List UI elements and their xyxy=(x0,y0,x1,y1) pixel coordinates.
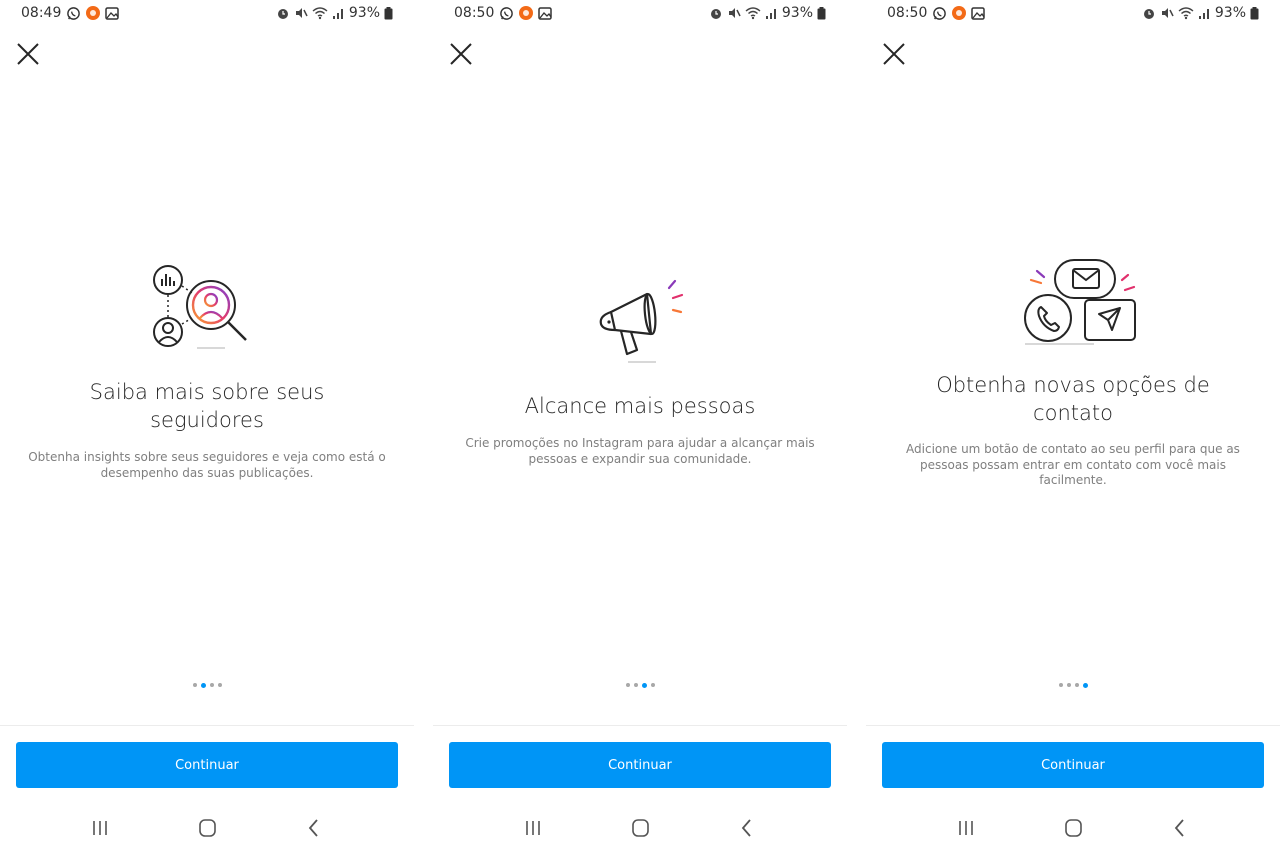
page-dot-active xyxy=(641,682,647,688)
alarm-icon xyxy=(1143,9,1154,19)
alarm-icon xyxy=(710,9,721,19)
page-dot xyxy=(625,683,630,687)
whatsapp-icon xyxy=(500,6,514,20)
whatsapp-icon xyxy=(933,6,947,20)
page-indicator xyxy=(0,682,414,688)
system-navigation-bar xyxy=(433,812,847,844)
clock: 08:50 xyxy=(454,5,495,21)
alarm-icon xyxy=(277,9,288,19)
clock: 08:50 xyxy=(887,5,928,21)
battery-percent: 93% xyxy=(1214,5,1246,21)
onboarding-description: Crie promoções no Instagram para ajudar … xyxy=(465,436,815,466)
divider xyxy=(0,725,414,726)
page-dot xyxy=(1074,683,1079,687)
mute-icon xyxy=(1161,8,1174,18)
continue-button[interactable]: Continuar xyxy=(882,742,1264,788)
mute-icon xyxy=(728,8,741,18)
divider xyxy=(866,725,1280,726)
divider xyxy=(433,725,847,726)
onboarding-description: Obtenha insights sobre seus seguidores e… xyxy=(28,450,386,480)
signal-icon xyxy=(332,8,343,19)
back-icon[interactable] xyxy=(1167,816,1193,840)
recent-apps-icon[interactable] xyxy=(87,816,113,840)
system-navigation-bar xyxy=(0,812,414,844)
wifi-icon xyxy=(1178,7,1194,20)
followers-insights-illustration xyxy=(0,258,414,358)
home-icon[interactable] xyxy=(194,816,220,840)
onboarding-title: Obtenha novas opções de contato xyxy=(936,373,1210,425)
home-icon[interactable] xyxy=(627,816,653,840)
continue-button[interactable]: Continuar xyxy=(449,742,831,788)
home-icon[interactable] xyxy=(1060,816,1086,840)
gallery-icon xyxy=(538,6,553,20)
page-dot xyxy=(209,683,214,687)
battery-icon xyxy=(384,6,393,19)
continue-button[interactable]: Continuar xyxy=(16,742,398,788)
signal-icon xyxy=(1198,8,1209,19)
whatsapp-icon xyxy=(67,6,81,20)
onboarding-title: Alcance mais pessoas xyxy=(524,394,756,418)
mute-icon xyxy=(295,8,308,18)
system-navigation-bar xyxy=(866,812,1280,844)
back-icon[interactable] xyxy=(301,816,327,840)
battery-percent: 93% xyxy=(781,5,813,21)
close-icon[interactable] xyxy=(14,40,42,68)
status-bar: 08:49 93% xyxy=(0,0,414,28)
page-dot xyxy=(1066,683,1071,687)
back-icon[interactable] xyxy=(734,816,760,840)
close-icon[interactable] xyxy=(880,40,908,68)
contact-options-illustration xyxy=(866,254,1280,350)
page-dot xyxy=(650,683,655,687)
app-notification-icon xyxy=(952,6,967,20)
wifi-icon xyxy=(312,7,328,20)
megaphone-illustration xyxy=(433,272,847,368)
signal-icon xyxy=(765,8,776,19)
recent-apps-icon[interactable] xyxy=(520,816,546,840)
page-indicator xyxy=(433,682,847,688)
battery-icon xyxy=(817,6,826,19)
onboarding-screen-contact: 08:50 93% Obtenha novas opções de contat… xyxy=(866,0,1280,853)
onboarding-screen-reach: 08:50 93% Alcance mais pessoas Crie prom… xyxy=(433,0,847,853)
page-dot xyxy=(217,683,222,687)
onboarding-title: Saiba mais sobre seus seguidores xyxy=(89,380,325,432)
clock: 08:49 xyxy=(21,5,62,21)
page-indicator xyxy=(866,682,1280,688)
close-icon[interactable] xyxy=(447,40,475,68)
onboarding-screen-followers: 08:49 93% Saiba mais sobre seus seguidor… xyxy=(0,0,414,853)
page-dot xyxy=(1058,683,1063,687)
page-dot xyxy=(192,683,197,687)
page-dot-active xyxy=(200,682,206,688)
battery-percent: 93% xyxy=(348,5,380,21)
status-bar: 08:50 93% xyxy=(866,0,1280,28)
page-dot xyxy=(633,683,638,687)
battery-icon xyxy=(1250,6,1259,19)
page-dot-active xyxy=(1082,682,1088,688)
app-notification-icon xyxy=(519,6,534,20)
wifi-icon xyxy=(745,7,761,20)
onboarding-description: Adicione um botão de contato ao seu perf… xyxy=(906,442,1240,487)
recent-apps-icon[interactable] xyxy=(953,816,979,840)
app-notification-icon xyxy=(86,6,101,20)
status-bar: 08:50 93% xyxy=(433,0,847,28)
gallery-icon xyxy=(971,6,986,20)
gallery-icon xyxy=(105,6,120,20)
